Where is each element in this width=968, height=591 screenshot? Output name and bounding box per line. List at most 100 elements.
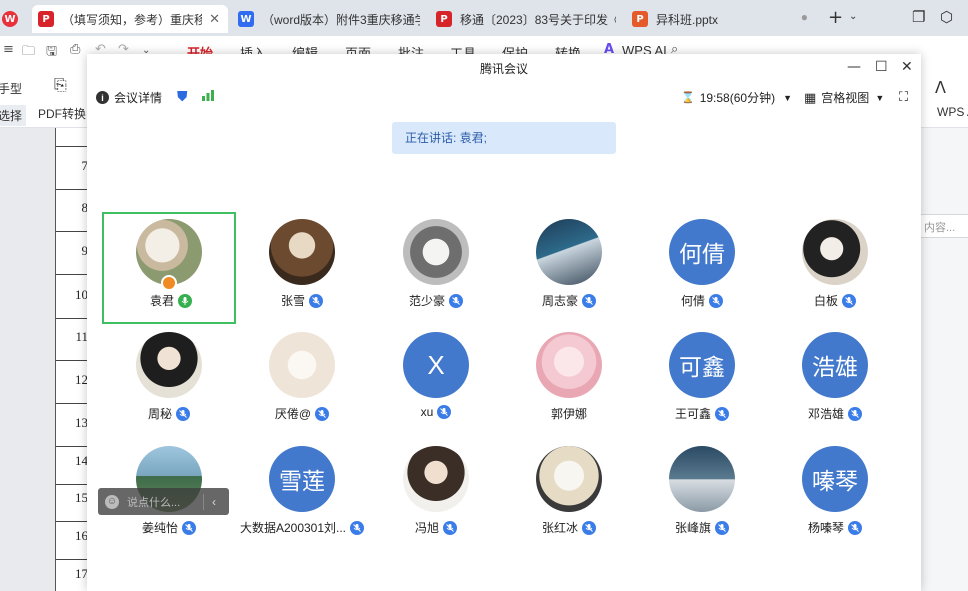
avatar: 嗪琴	[802, 446, 868, 512]
participant-tile[interactable]: 周志豪	[502, 212, 636, 324]
print-icon[interactable]: ⎙	[70, 42, 80, 57]
close-icon[interactable]: ✕	[901, 59, 913, 75]
mic-muted-icon	[709, 293, 723, 308]
avatar	[536, 219, 602, 285]
meeting-info-bar: i 会议详情 ⛊ ⌛ 19:58(60分钟) ▼ ▦ 宫格视图 ▼ ⛶	[87, 84, 921, 112]
meeting-timer[interactable]: ⌛ 19:58(60分钟) ▼	[681, 89, 792, 106]
browser-tab-bar: W P （填写须知，参考）重庆移通 ✕ W （word版本）附件3重庆移通学 P…	[0, 0, 968, 36]
mic-muted-icon	[315, 406, 330, 421]
open-folder-icon[interactable]: 🗀	[22, 42, 35, 64]
mic-muted-icon	[848, 520, 862, 535]
participant-name-row: 王可鑫	[635, 405, 769, 422]
participant-tile[interactable]: 冯旭	[369, 439, 503, 551]
new-tab-icon[interactable]: +	[828, 7, 843, 28]
tab-doc-4[interactable]: P 异科班.pptx ●	[626, 5, 820, 33]
participant-tile[interactable]: 张雪	[235, 212, 369, 324]
grid-view-icon: ▦	[804, 89, 817, 105]
participant-tile[interactable]: 张峰旗	[635, 439, 769, 551]
participant-name: 白板	[813, 294, 838, 308]
participant-tile[interactable]: 嗪琴杨嗪琴	[768, 439, 902, 551]
avatar	[403, 219, 469, 285]
cube-icon[interactable]: ⬡	[940, 8, 953, 26]
mic-muted-icon	[715, 520, 729, 535]
participant-name: 杨嗪琴	[807, 521, 844, 535]
participant-name-row: xu	[369, 405, 503, 419]
participant-name-row: 袁君	[104, 292, 238, 309]
participant-name: 张雪	[280, 294, 305, 308]
row-number: 9	[81, 243, 89, 258]
meeting-window-title: 腾讯会议	[479, 62, 528, 76]
right-search-input[interactable]: 内容...	[920, 214, 968, 238]
row-number: 12	[75, 372, 88, 387]
participant-name-row: 张红冰	[502, 519, 636, 536]
restore-window-icon[interactable]: ❐	[912, 8, 925, 26]
speaking-banner: 正在讲话: 袁君;	[392, 122, 616, 154]
more-icon[interactable]: ≡	[3, 42, 14, 57]
participant-tile[interactable]: Xxu	[369, 325, 503, 437]
chat-divider	[203, 493, 204, 510]
participant-name: 周志豪	[541, 294, 578, 308]
participant-tile[interactable]: 郭伊娜	[502, 325, 636, 437]
avatar	[536, 446, 602, 512]
select-tool-label[interactable]: 选择	[0, 105, 27, 126]
participant-tile[interactable]: 周秘	[102, 325, 236, 437]
participant-name: 冯旭	[414, 521, 439, 535]
participant-tile[interactable]: 厌倦@	[235, 325, 369, 437]
participant-tile[interactable]: 张红冰	[502, 439, 636, 551]
wps-ai-button[interactable]: WPS A	[937, 105, 968, 119]
participant-tile[interactable]: 范少豪	[369, 212, 503, 324]
view-mode-button[interactable]: ▦ 宫格视图 ▼	[804, 89, 884, 106]
participant-tile[interactable]: 浩雄 邓浩雄	[768, 325, 902, 437]
hand-tool-label[interactable]: 手型	[0, 80, 22, 97]
avatar	[802, 219, 868, 285]
mic-muted-icon	[582, 520, 596, 535]
collapse-chat-icon[interactable]: ‹	[212, 495, 216, 509]
meeting-details-label: 会议详情	[114, 91, 163, 105]
minimize-icon[interactable]: —	[847, 59, 861, 75]
row-number: 16	[75, 528, 88, 543]
avatar	[269, 332, 335, 398]
tab-doc-1[interactable]: P （填写须知，参考）重庆移通 ✕	[32, 5, 228, 33]
mic-muted-icon	[443, 520, 457, 535]
chevron-down-icon[interactable]: ⌄	[849, 11, 857, 22]
participant-tile[interactable]: 可鑫 王可鑫	[635, 325, 769, 437]
tab-title: （word版本）附件3重庆移通学	[262, 12, 420, 27]
signal-icon[interactable]	[201, 89, 215, 101]
participant-name: 郭伊娜	[550, 407, 587, 421]
chevron-down-icon: ▼	[875, 92, 885, 103]
participant-tile[interactable]: 白板	[768, 212, 902, 324]
row-number: 11	[75, 329, 88, 344]
participant-name: 王可鑫	[674, 407, 711, 421]
participant-name: 大数据A200301刘...	[239, 521, 347, 535]
avatar	[669, 446, 735, 512]
save-icon[interactable]: 🖫	[46, 42, 57, 64]
tab-doc-2[interactable]: W （word版本）附件3重庆移通学	[232, 5, 426, 33]
participant-name-row: 张峰旗	[635, 519, 769, 536]
avatar	[403, 446, 469, 512]
chat-input[interactable]: 说点什么...	[127, 494, 197, 510]
participant-name-row: 邓浩雄	[768, 405, 902, 422]
emoji-icon[interactable]: ☺	[105, 494, 119, 509]
row-divider	[56, 360, 90, 361]
row-divider	[56, 403, 90, 404]
shield-icon[interactable]: ⛊	[177, 88, 188, 105]
participant-tile[interactable]: 袁君	[102, 212, 236, 324]
close-tab-icon[interactable]: ✕	[209, 11, 220, 27]
wps-home-tab[interactable]: W	[0, 5, 24, 33]
meeting-details-button[interactable]: i 会议详情	[96, 89, 162, 106]
participant-name-row: 何倩	[635, 292, 769, 309]
maximize-icon[interactable]: ☐	[875, 59, 888, 75]
participant-name: 姜纯怡	[141, 521, 178, 535]
participant-name-row: 白板	[768, 292, 902, 309]
participant-tile[interactable]: 何倩 何倩	[635, 212, 769, 324]
word-icon: W	[238, 11, 254, 27]
avatar: 雪莲	[269, 446, 335, 512]
participant-name: 张红冰	[541, 521, 578, 535]
avatar	[136, 332, 202, 398]
tab-doc-3[interactable]: P 移通〔2023〕83号关于印发《重	[430, 5, 622, 33]
chat-input-bar[interactable]: ☺ 说点什么... ‹	[98, 488, 229, 515]
fullscreen-icon[interactable]: ⛶	[899, 89, 908, 105]
participant-tile[interactable]: 雪莲大数据A200301刘...	[235, 439, 369, 551]
pdf-convert-button[interactable]: PDF转换	[38, 105, 86, 122]
participant-name-row: 杨嗪琴	[768, 519, 902, 536]
